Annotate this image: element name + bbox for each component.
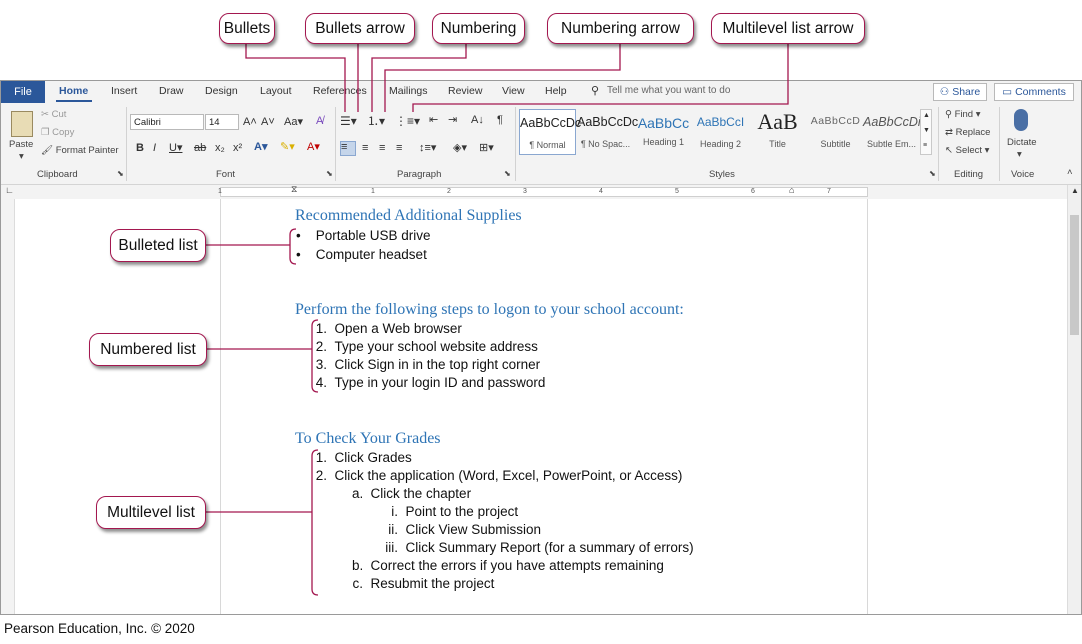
callout-bullets-arrow: Bullets arrow [305, 13, 415, 44]
callout-numbering: Numbering [432, 13, 525, 44]
callout-multilevel-list: Multilevel list [96, 496, 206, 529]
figure: Bullets Bullets arrow Numbering Numberin… [0, 0, 1082, 644]
callout-numbered-list: Numbered list [89, 333, 207, 366]
callout-bulleted-list: Bulleted list [110, 229, 206, 262]
callout-bullets: Bullets [219, 13, 275, 44]
callout-leader-lines [205, 44, 789, 596]
callout-numbering-arrow: Numbering arrow [547, 13, 694, 44]
callout-multilevel-list-arrow: Multilevel list arrow [711, 13, 865, 44]
